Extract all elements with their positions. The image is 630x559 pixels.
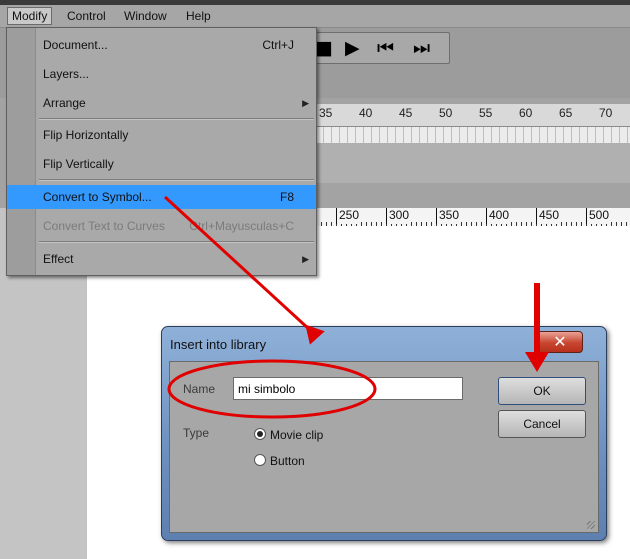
- timeline-frame-number: 55: [479, 106, 493, 120]
- menu-item-shortcut: Ctrl+J: [262, 38, 294, 52]
- menu-modify[interactable]: Modify: [7, 7, 53, 25]
- name-input[interactable]: [233, 377, 463, 400]
- timeline-frame-number: 60: [519, 106, 533, 120]
- menu-item-label: Convert to Symbol...: [43, 190, 152, 204]
- menu-item-label: Arrange: [43, 96, 86, 110]
- ruler-number: 250: [336, 208, 360, 224]
- timeline-frame-number: 40: [359, 106, 373, 120]
- radio-selected-icon: [254, 428, 266, 440]
- menu-control[interactable]: Control: [63, 8, 110, 24]
- menu-item-label: Document...: [43, 38, 108, 52]
- ruler-number: 350: [436, 208, 460, 224]
- timeline-frame-number: 65: [559, 106, 573, 120]
- menu-item-label: Flip Horizontally: [43, 128, 129, 142]
- menu-item-effect[interactable]: Effect ▶: [7, 247, 316, 271]
- radio-label: Movie clip: [270, 428, 324, 442]
- close-icon: ✕: [553, 332, 567, 351]
- playback-controls: ■ ▶ ⏮ ⏭: [300, 32, 450, 64]
- menu-item-label: Layers...: [43, 67, 90, 81]
- rewind-to-start-icon[interactable]: ⏮: [377, 39, 394, 58]
- menu-separator: [39, 118, 314, 120]
- stop-icon[interactable]: ■: [315, 39, 333, 58]
- menu-separator: [39, 241, 314, 243]
- timeline-empty-area: [316, 143, 630, 183]
- submenu-arrow-icon: ▶: [302, 98, 309, 108]
- timeline-frame-number: 45: [399, 106, 413, 120]
- radio-unselected-icon: [254, 454, 266, 466]
- menu-item-convert-to-symbol[interactable]: Convert to Symbol... F8: [7, 185, 316, 209]
- menu-item-convert-text-to-curves[interactable]: Convert Text to Curves Ctrl+Mayusculas+C: [7, 214, 316, 238]
- menu-item-label: Convert Text to Curves: [43, 219, 165, 233]
- timeline-frame-number: 50: [439, 106, 453, 120]
- play-icon[interactable]: ▶: [345, 39, 360, 58]
- menu-item-shortcut: F8: [279, 190, 294, 204]
- menu-item-label: Effect: [43, 252, 74, 266]
- ruler-number: 400: [486, 208, 510, 224]
- resize-grip-icon[interactable]: [587, 521, 595, 529]
- name-label: Name: [183, 382, 216, 396]
- forward-to-end-icon[interactable]: ⏭: [413, 39, 430, 58]
- timeline-frames[interactable]: [316, 127, 630, 143]
- modify-menu: Document... Ctrl+J Layers... Arrange ▶ F…: [6, 27, 317, 276]
- menu-item-flip-vertically[interactable]: Flip Vertically: [7, 152, 316, 176]
- insert-into-library-dialog: Insert into library ✕ Name Type Movie cl…: [161, 326, 607, 541]
- menubar: Modify Control Window Help: [0, 5, 630, 28]
- dialog-title: Insert into library: [170, 337, 267, 352]
- menu-item-shortcut: Ctrl+Mayusculas+C: [189, 219, 294, 233]
- menu-help[interactable]: Help: [182, 8, 215, 24]
- timeline-frame-number: 70: [599, 106, 613, 120]
- horizontal-ruler: 250 300 350 400 450 500: [316, 208, 630, 227]
- menu-item-arrange[interactable]: Arrange ▶: [7, 91, 316, 115]
- timeline-ruler: 35 40 45 50 55 60 65 70: [316, 104, 630, 127]
- ok-button[interactable]: OK: [498, 377, 586, 405]
- radio-button[interactable]: Button: [254, 454, 305, 468]
- cancel-button[interactable]: Cancel: [498, 410, 586, 438]
- menu-item-label: Flip Vertically: [43, 157, 114, 171]
- timeline-frame-number: 35: [319, 106, 333, 120]
- radio-movie-clip[interactable]: Movie clip: [254, 428, 323, 442]
- menu-item-flip-horizontally[interactable]: Flip Horizontally: [7, 123, 316, 147]
- type-label: Type: [183, 426, 210, 440]
- ruler-number: 500: [586, 208, 610, 224]
- radio-label: Button: [270, 454, 305, 468]
- ruler-number: 300: [386, 208, 410, 224]
- menu-separator: [39, 179, 314, 181]
- menu-item-layers[interactable]: Layers...: [7, 62, 316, 86]
- menu-item-document[interactable]: Document... Ctrl+J: [7, 33, 316, 57]
- close-button[interactable]: ✕: [537, 331, 583, 353]
- ruler-number: 450: [536, 208, 560, 224]
- menu-window[interactable]: Window: [120, 8, 171, 24]
- submenu-arrow-icon: ▶: [302, 254, 309, 264]
- dialog-body: Name Type Movie clip Button OK Cancel: [169, 361, 599, 533]
